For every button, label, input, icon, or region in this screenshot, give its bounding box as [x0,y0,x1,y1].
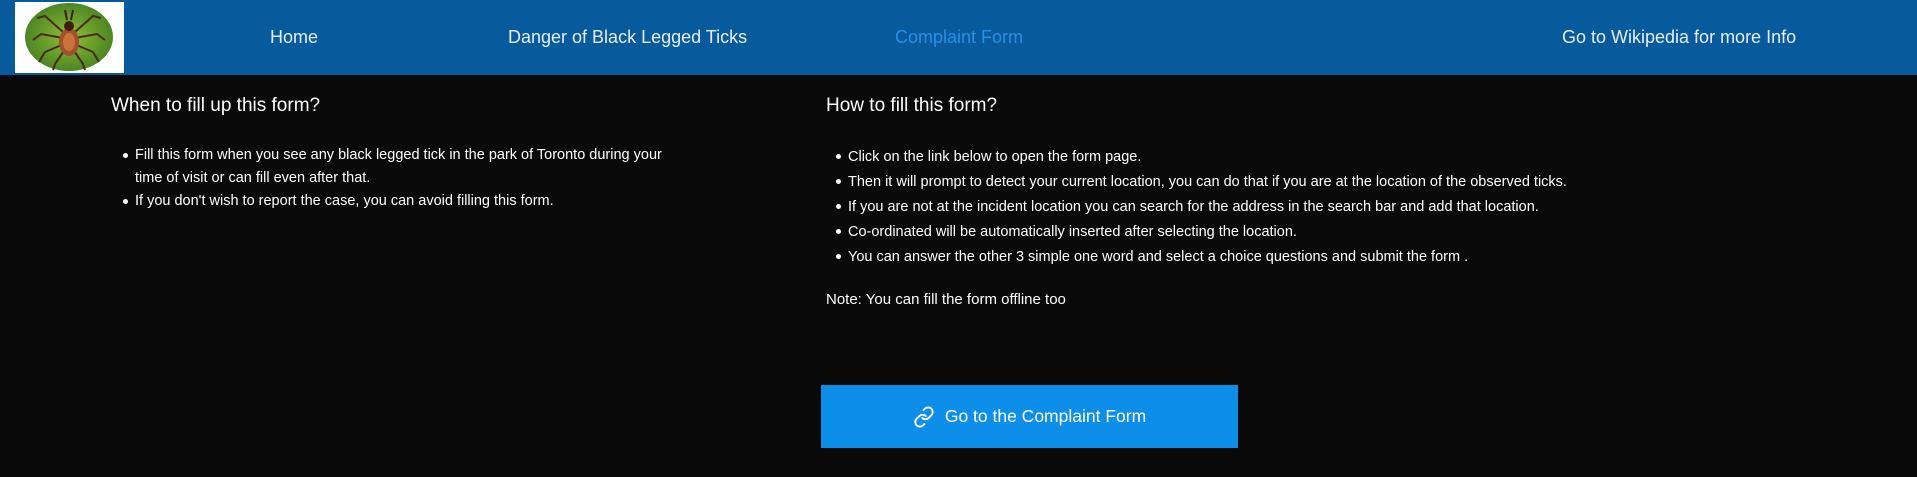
go-to-complaint-form-button[interactable]: Go to the Complaint Form [821,385,1238,448]
when-list: Fill this form when you see any black le… [123,144,683,213]
nav-wikipedia-link[interactable]: Go to Wikipedia for more Info [1562,0,1796,75]
list-item: Fill this form when you see any black le… [123,144,683,190]
top-navbar: Home Danger of Black Legged Ticks Compla… [0,0,1917,75]
how-list: Click on the link below to open the form… [836,145,1886,270]
list-item: Co-ordinated will be automatically inser… [836,220,1886,245]
link-icon [914,405,934,428]
list-item: Click on the link below to open the form… [836,145,1886,170]
nav-home-link[interactable]: Home [270,0,318,75]
list-item: You can answer the other 3 simple one wo… [836,245,1886,270]
tick-logo[interactable] [15,2,124,73]
list-item: If you don't wish to report the case, yo… [123,190,683,213]
nav-complaint-form-link[interactable]: Complaint Form [895,0,1023,75]
when-section-title: When to fill up this form? [111,95,321,116]
tick-logo-icon [25,3,113,71]
offline-note: Note: You can fill the form offline too [826,291,1066,308]
nav-danger-link[interactable]: Danger of Black Legged Ticks [508,0,747,75]
how-section-title: How to fill this form? [826,95,998,116]
list-item: Then it will prompt to detect your curre… [836,170,1886,195]
cta-label: Go to the Complaint Form [944,406,1147,426]
list-item: If you are not at the incident location … [836,195,1886,220]
